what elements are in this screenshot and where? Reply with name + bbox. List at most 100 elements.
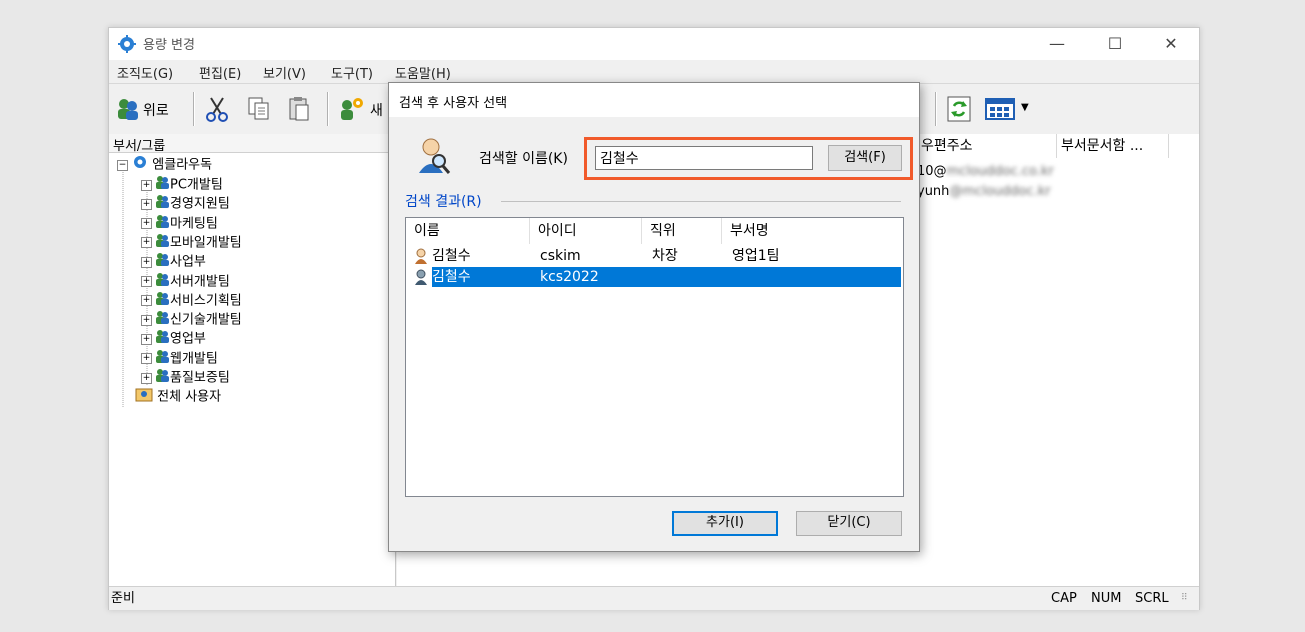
results-group-label: 검색 결과(R)	[405, 191, 488, 211]
status-text: 준비	[111, 591, 135, 606]
results-list[interactable]: 이름 아이디 직위 부서명 김철수 cskim 차장 영업1팀 김철수 kcs2…	[405, 217, 904, 497]
user-row[interactable]: 10@mclouddoc.co.kr	[917, 164, 1054, 179]
status-bar: 준비 CAP NUM SCRL ⠿	[109, 586, 1199, 610]
up-button[interactable]: 위로	[115, 94, 185, 124]
num-indicator: NUM	[1091, 591, 1122, 606]
all-users-icon	[135, 386, 153, 408]
user-icon	[414, 248, 428, 268]
toolbar-separator	[327, 92, 329, 126]
tree-group-item[interactable]: + 모바일개발팀	[141, 232, 242, 251]
tree-group-label: 신기술개발팀	[170, 312, 242, 328]
expand-icon[interactable]: +	[141, 314, 152, 326]
tree-root-label: 엠클라우독	[152, 157, 213, 173]
tree-all-users[interactable]: 전체 사용자	[135, 386, 221, 405]
tree-group-label: 사업부	[170, 254, 206, 270]
expand-icon[interactable]: +	[141, 372, 152, 384]
tree-group-label: 경영지원팀	[170, 196, 230, 212]
org-tree-pane: 부서/그룹 − 엠클라우독 + PC개발팀 + 경영지원팀 + 마케팅팀 + 모바일개발팀 + 사…	[109, 134, 396, 586]
tree-header-label: 부서/그룹	[113, 139, 166, 154]
collapse-icon[interactable]: −	[117, 159, 128, 171]
tree-group-label: 서버개발팀	[170, 274, 230, 289]
view-grid-icon[interactable]	[985, 98, 1015, 124]
tree-group-item[interactable]: + 품질보증팀	[141, 367, 230, 386]
tree-group-item[interactable]: + 신기술개발팀	[141, 309, 242, 328]
toolbar-separator	[935, 92, 937, 126]
tree-group-item[interactable]: + 영업부	[141, 328, 206, 347]
expand-icon[interactable]: +	[141, 237, 152, 249]
tree-group-item[interactable]: + 마케팅팀	[141, 213, 218, 232]
menu-org[interactable]: 조직도(G)	[117, 63, 173, 82]
minimize-button[interactable]: —	[1039, 31, 1075, 57]
users-up-icon	[115, 96, 141, 126]
tree-group-label: 웹개발팀	[170, 351, 218, 367]
result-id: cskim	[540, 248, 581, 264]
expand-icon[interactable]: +	[141, 198, 152, 210]
col-header-id[interactable]: 아이디	[530, 218, 642, 244]
add-button[interactable]: 추가(I)	[672, 511, 778, 536]
expand-icon[interactable]: +	[141, 333, 152, 345]
result-name: 김철수	[432, 248, 471, 264]
search-user-dialog: 검색 후 사용자 선택 검색할 이름(K) 검색(F) 검색 결과(R) 이름 …	[388, 82, 920, 552]
result-name: 김철수	[432, 269, 471, 285]
email-visible: yunh	[917, 184, 950, 199]
result-id: kcs2022	[540, 269, 599, 285]
selection-highlight	[432, 267, 901, 287]
paste-icon[interactable]	[287, 96, 311, 126]
col-header-name[interactable]: 이름	[406, 218, 530, 244]
expand-icon[interactable]: +	[141, 218, 152, 230]
email-blurred: mclouddoc.co.kr	[946, 164, 1054, 179]
title-bar: 용량 변경 — ☐ ✕	[109, 28, 1199, 60]
expand-icon[interactable]: +	[141, 179, 152, 191]
user-row[interactable]: yunh@mclouddoc.kr	[917, 184, 1051, 199]
tree-group-label: 영업부	[170, 331, 206, 347]
maximize-button[interactable]: ☐	[1097, 31, 1133, 57]
tree-group-item[interactable]: + 서비스기획팀	[141, 290, 242, 309]
email-visible: 10@	[917, 164, 947, 179]
tree-group-item[interactable]: + 사업부	[141, 251, 206, 270]
col-header-dept[interactable]: 부서명	[722, 218, 902, 244]
refresh-icon[interactable]	[947, 96, 971, 126]
tree-group-item[interactable]: + 경영지원팀	[141, 193, 230, 212]
search-button[interactable]: 검색(F)	[828, 145, 902, 171]
menu-bar: 조직도(G) 편집(E) 보기(V) 도구(T) 도움말(H)	[109, 60, 1199, 82]
group-divider	[501, 201, 901, 202]
dialog-title-bar: 검색 후 사용자 선택	[389, 83, 919, 117]
dialog-title: 검색 후 사용자 선택	[399, 96, 508, 111]
all-users-label: 전체 사용자	[157, 389, 222, 405]
column-header-dept-folder[interactable]: 부서문서함 ...	[1057, 134, 1169, 158]
tree-group-item[interactable]: + 웹개발팀	[141, 348, 218, 367]
column-header-email[interactable]: 우편주소	[917, 134, 1057, 158]
menu-tools[interactable]: 도구(T)	[331, 63, 373, 82]
menu-view[interactable]: 보기(V)	[263, 63, 306, 82]
tree-group-label: PC개발팀	[170, 177, 223, 193]
search-name-input[interactable]	[595, 146, 813, 170]
expand-icon[interactable]: +	[141, 256, 152, 268]
new-label: 새	[370, 103, 383, 119]
email-blurred: @mclouddoc.kr	[949, 184, 1051, 199]
tree-group-label: 마케팅팀	[170, 216, 218, 232]
cut-icon[interactable]	[205, 96, 229, 126]
up-label: 위로	[143, 103, 169, 119]
tree-group-item[interactable]: + PC개발팀	[141, 174, 223, 193]
resize-grip-icon[interactable]: ⠿	[1181, 593, 1188, 603]
close-window-button[interactable]: ✕	[1153, 31, 1189, 57]
tree-group-label: 모바일개발팀	[170, 235, 242, 251]
result-row-selected[interactable]: 김철수 kcs2022	[414, 267, 901, 287]
menu-help[interactable]: 도움말(H)	[395, 63, 451, 82]
close-dialog-button[interactable]: 닫기(C)	[796, 511, 902, 536]
expand-icon[interactable]: +	[141, 353, 152, 365]
menu-edit[interactable]: 편집(E)	[199, 63, 241, 82]
search-name-label: 검색할 이름(K)	[479, 151, 568, 167]
result-dept: 영업1팀	[732, 248, 780, 264]
col-header-position[interactable]: 직위	[642, 218, 722, 244]
search-user-icon	[415, 135, 451, 179]
tree-group-item[interactable]: + 서버개발팀	[141, 271, 230, 290]
result-position: 차장	[652, 248, 678, 264]
expand-icon[interactable]: +	[141, 295, 152, 307]
result-row[interactable]: 김철수 cskim 차장 영업1팀	[414, 246, 901, 266]
copy-icon[interactable]	[247, 96, 271, 126]
dropdown-arrow-icon[interactable]: ▼	[1021, 102, 1029, 113]
expand-icon[interactable]: +	[141, 276, 152, 287]
tree-root[interactable]: − 엠클라우독	[117, 154, 212, 173]
cap-indicator: CAP	[1051, 591, 1077, 606]
